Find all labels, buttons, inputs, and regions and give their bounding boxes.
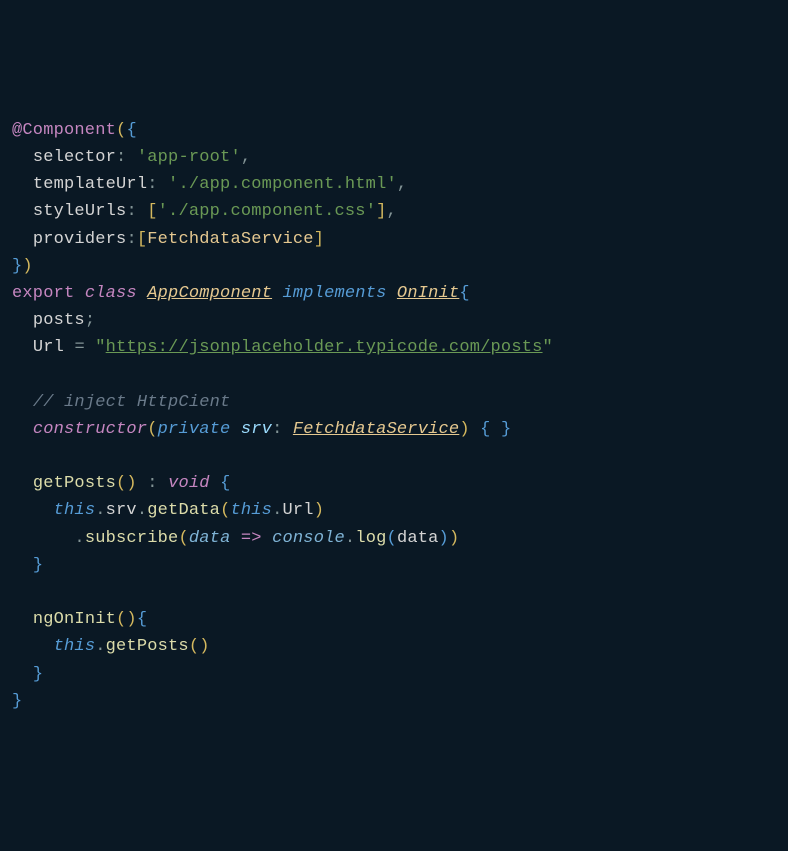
code-line: styleUrls: ['./app.component.css'], (12, 198, 776, 225)
code-line (12, 579, 776, 606)
interface-name: OnInit (397, 284, 459, 303)
code-line (12, 443, 776, 470)
code-line: } (12, 552, 776, 579)
code-line: constructor(private srv: FetchdataServic… (12, 416, 776, 443)
code-line: @Component({ (12, 117, 776, 144)
code-line: .subscribe(data => console.log(data)) (12, 525, 776, 552)
code-line: export class AppComponent implements OnI… (12, 280, 776, 307)
code-line: providers:[FetchdataService] (12, 226, 776, 253)
code-line: this.srv.getData(this.Url) (12, 497, 776, 524)
code-line: }) (12, 253, 776, 280)
code-line: Url = "https://jsonplaceholder.typicode.… (12, 334, 776, 361)
code-line: // inject HttpCient (12, 389, 776, 416)
code-line (12, 361, 776, 388)
code-line: templateUrl: './app.component.html', (12, 171, 776, 198)
code-editor[interactable]: @Component({ selector: 'app-root', templ… (12, 117, 776, 715)
code-line: selector: 'app-root', (12, 144, 776, 171)
code-line: posts; (12, 307, 776, 334)
code-line: } (12, 661, 776, 688)
code-line: getPosts() : void { (12, 470, 776, 497)
decorator: @Component (12, 121, 116, 140)
code-line: } (12, 688, 776, 715)
code-line: this.getPosts() (12, 633, 776, 660)
class-name: AppComponent (147, 284, 272, 303)
comment: // inject HttpCient (33, 393, 231, 412)
url-string: https://jsonplaceholder.typicode.com/pos… (106, 338, 543, 357)
